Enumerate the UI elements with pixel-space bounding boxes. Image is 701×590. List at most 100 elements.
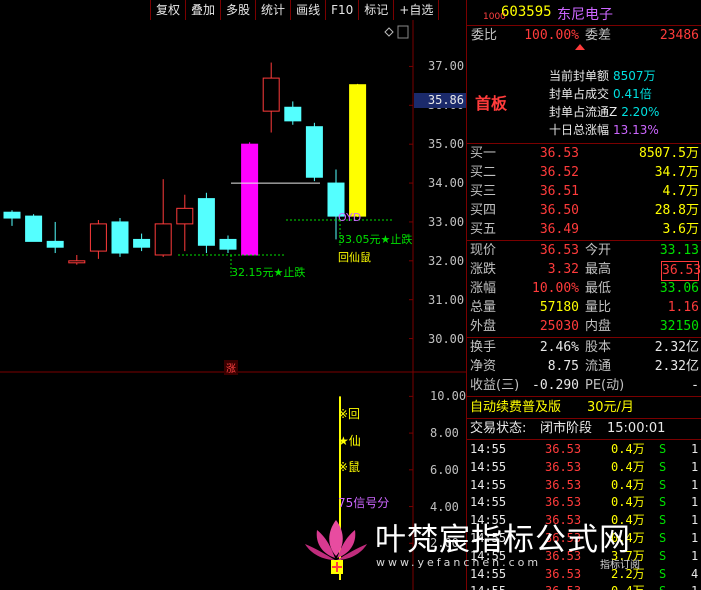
fund-label: 流通 <box>585 359 612 374</box>
toolbar-button[interactable]: 复权 <box>150 0 185 20</box>
buy-row-label: 买二 <box>470 165 497 180</box>
trade-row[interactable]: 14:55 36.53 0.4万 S 1 <box>467 440 701 458</box>
candle[interactable] <box>111 218 129 257</box>
fund-value: 8.75 <box>547 359 579 374</box>
candle[interactable] <box>46 221 64 254</box>
candle-body <box>219 238 237 250</box>
trade-time: 14:55 <box>470 477 507 492</box>
trade-volume: 0.4万 <box>611 495 645 510</box>
indicator-tick: 6.00 <box>430 462 459 477</box>
chart-area[interactable]: 37.0036.0035.0034.0033.0032.0031.0030.00… <box>0 20 466 590</box>
trade-side: S <box>659 513 667 528</box>
trade-count: 1 <box>691 582 698 590</box>
buy-row[interactable]: 买四 36.50 28.8万 <box>467 202 701 220</box>
buy-row-price: 36.50 <box>539 203 579 218</box>
buy-row[interactable]: 买五 36.49 3.6万 <box>467 221 701 239</box>
fund-label: 股本 <box>585 340 612 355</box>
toolbar-button[interactable]: 标记 <box>358 0 393 20</box>
trade-count: 1 <box>691 442 699 456</box>
candle[interactable] <box>89 219 107 259</box>
quote-value: 33.13 <box>659 243 699 258</box>
trade-volume: 0.4万 <box>611 459 645 474</box>
scroll-handle[interactable] <box>397 25 409 39</box>
quote-panel: 1000 603595 东尼电子 委比 100.00% 委差 23486 首板 … <box>466 0 701 590</box>
divider <box>467 240 701 241</box>
top-toolbar: 复权 叠加 多股 统计 画线 F10 标记 +自选 <box>150 0 440 20</box>
quote-row: 总量 57180 量比 1.16 <box>467 299 701 317</box>
divider <box>467 337 701 338</box>
watermark-url: www.yefanchen.com <box>376 556 542 569</box>
renew-row[interactable]: 自动续费普及版 30元/月 <box>467 399 701 417</box>
divider <box>467 396 701 397</box>
candle[interactable] <box>197 192 215 254</box>
toolbar-button[interactable]: F10 <box>325 0 358 20</box>
signal-score: 75信号分 <box>338 496 390 510</box>
weibi-row: 委比 100.00% 委差 23486 <box>467 27 701 45</box>
weibi-value: 100.00% <box>524 28 579 43</box>
candle[interactable] <box>3 210 21 226</box>
quote-label: 现价 <box>470 243 497 258</box>
candle-body <box>89 223 107 252</box>
buy-row[interactable]: 买一 36.53 8507.5万 <box>467 145 701 163</box>
stock-code[interactable]: 603595 <box>501 4 552 20</box>
buy-row-volume: 4.7万 <box>662 184 699 199</box>
candle-body <box>176 207 194 225</box>
weicha-label: 委差 <box>585 28 612 43</box>
trade-volume: 0.4万 <box>611 582 645 590</box>
toolbar-button[interactable]: 叠加 <box>185 0 220 20</box>
buy-row-price: 36.51 <box>539 184 579 199</box>
candle[interactable] <box>262 62 280 133</box>
candle[interactable] <box>241 142 259 256</box>
current-price-badge: 35.86 <box>414 93 466 108</box>
trade-count: 1 <box>691 548 699 563</box>
candle-body <box>305 126 323 178</box>
quote-value: 36.53 <box>539 243 579 258</box>
seal-title: 首板 <box>475 94 508 113</box>
watermark-subtitle: 指标订阅 <box>600 560 640 571</box>
trade-row[interactable]: 14:55 36.53 0.4万 S 1 <box>467 493 701 511</box>
trade-side: S <box>659 566 667 581</box>
oyd-label: OYD <box>338 211 362 224</box>
candle[interactable] <box>68 254 86 265</box>
toolbar-button[interactable]: 多股 <box>220 0 255 20</box>
quote-label: 外盘 <box>470 319 497 334</box>
limit-up-marker: 涨 <box>224 360 238 375</box>
collapse-arrow-icon[interactable] <box>575 44 585 50</box>
candle[interactable] <box>176 194 194 252</box>
indicator-tick: 8.00 <box>430 426 459 441</box>
trade-side: S <box>659 582 666 590</box>
price-tick: 31.00 <box>428 292 465 307</box>
candle[interactable] <box>327 169 345 240</box>
candle[interactable] <box>284 101 302 125</box>
fund-value: -0.290 <box>532 378 579 393</box>
trade-time: 14:55 <box>470 442 507 456</box>
stock-name[interactable]: 东尼电子 <box>557 4 613 24</box>
toolbar-button[interactable]: 统计 <box>255 0 290 20</box>
trade-count: 1 <box>691 513 699 528</box>
quote-value: 32150 <box>659 319 699 334</box>
renew-price[interactable]: 30元/月 <box>587 399 634 417</box>
renew-text[interactable]: 自动续费普及版 <box>470 399 561 417</box>
fund-value: 2.46% <box>539 340 579 355</box>
diamond-icon[interactable] <box>384 27 394 37</box>
toolbar-button[interactable]: +自选 <box>393 0 440 20</box>
status-label: 交易状态: <box>470 421 527 436</box>
quote-row: 涨幅 10.00% 最低 33.06 <box>467 280 701 298</box>
candle[interactable] <box>305 122 323 182</box>
candle[interactable] <box>25 214 43 242</box>
candle[interactable] <box>219 235 237 254</box>
trade-row[interactable]: 14:55 36.53 0.4万 S 1 <box>467 582 701 590</box>
toolbar-button[interactable]: 画线 <box>290 0 325 20</box>
buy-row[interactable]: 买三 36.51 4.7万 <box>467 183 701 201</box>
buy-row[interactable]: 买二 36.52 34.7万 <box>467 164 701 182</box>
buy-row-volume: 8507.5万 <box>639 146 699 161</box>
trade-row[interactable]: 14:55 36.53 0.4万 S 1 <box>467 476 701 494</box>
divider <box>467 143 701 144</box>
seal-line: 当前封单额 8507万 <box>549 67 656 84</box>
candle[interactable] <box>349 83 367 217</box>
signal-shu: ※鼠 <box>338 460 361 474</box>
trade-row[interactable]: 14:55 36.53 0.4万 S 1 <box>467 458 701 476</box>
kline-chart[interactable] <box>0 20 466 590</box>
candle[interactable] <box>133 233 151 252</box>
candle[interactable] <box>154 179 172 257</box>
